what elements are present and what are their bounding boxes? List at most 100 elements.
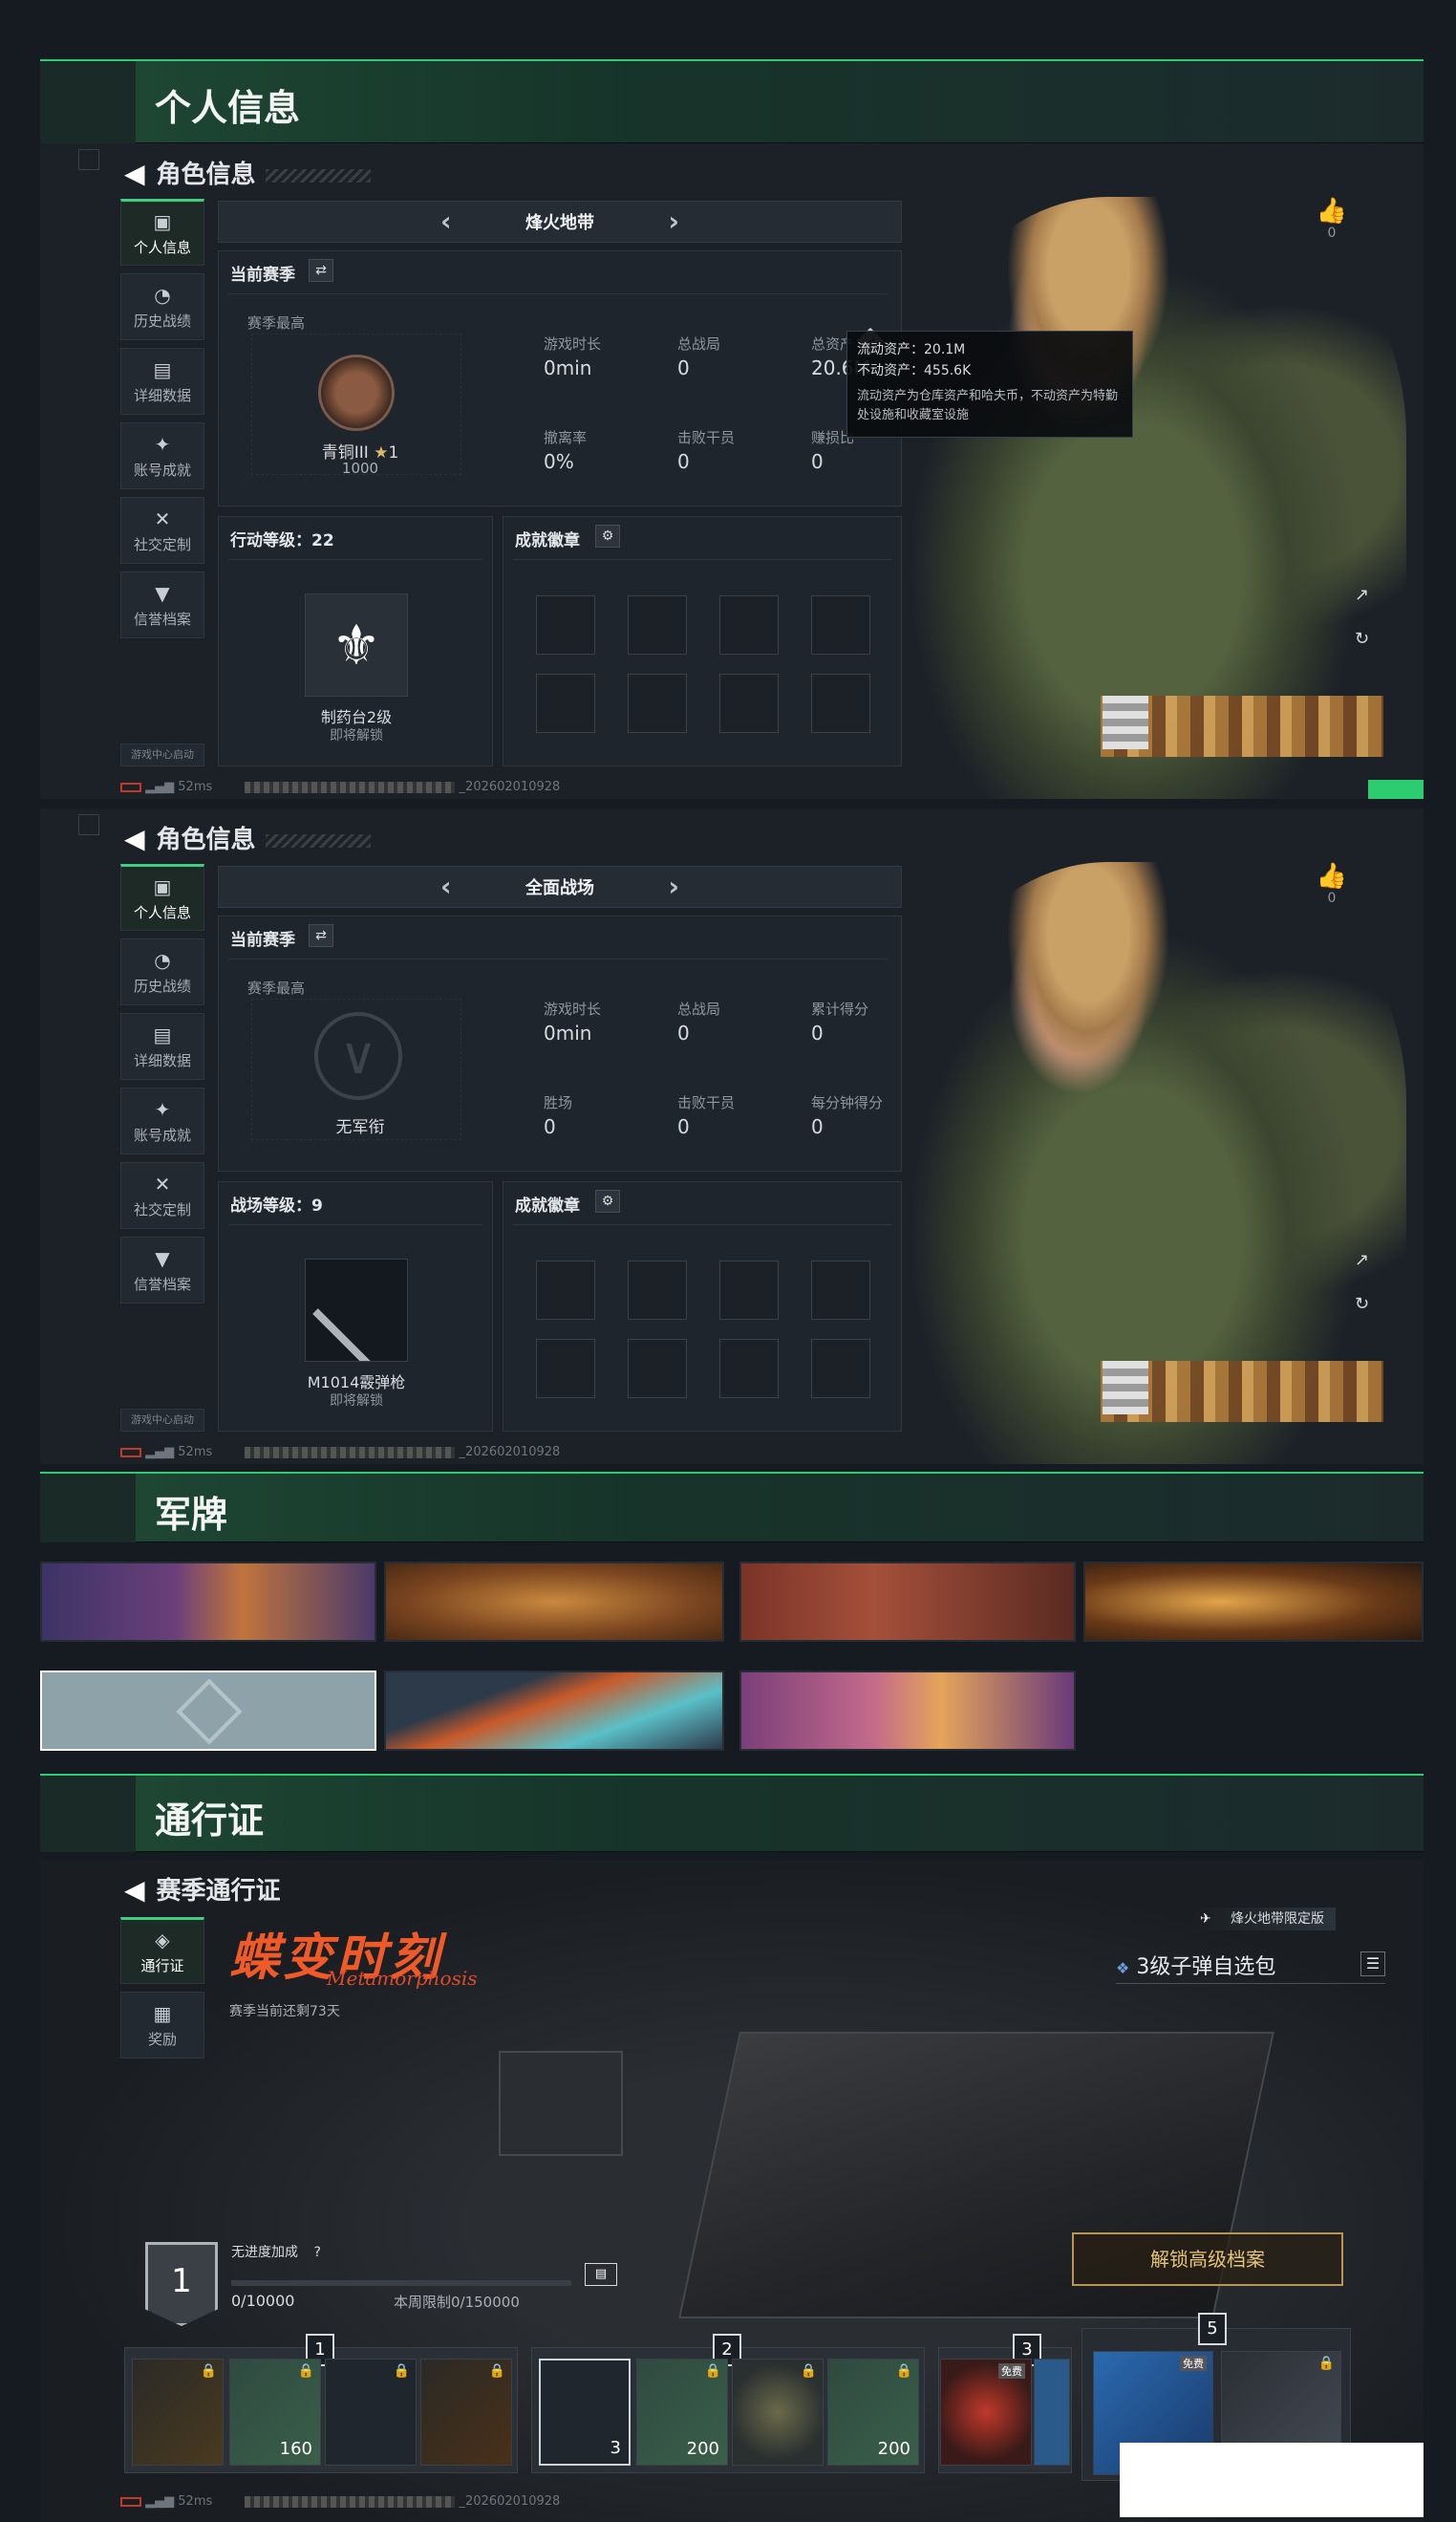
reward-item-weapon[interactable]: 🔒 xyxy=(420,2359,512,2466)
badge-slot[interactable] xyxy=(719,1261,779,1320)
side-item-history[interactable]: ◔ 历史战绩 xyxy=(120,938,204,1005)
swap-icon[interactable]: ⇄ xyxy=(309,259,333,282)
like-widget[interactable]: 👍 0 xyxy=(1303,197,1360,241)
chevron-left-icon[interactable]: ‹ xyxy=(440,871,452,902)
military-card[interactable] xyxy=(739,1671,1076,1751)
back-arrow-icon[interactable]: ◀ xyxy=(124,158,145,189)
badges-box: 成就徽章 ⚙ xyxy=(503,1181,902,1432)
side-item-label: 详细数据 xyxy=(133,1051,191,1069)
chevron-right-icon[interactable]: › xyxy=(668,871,679,902)
swap-icon[interactable]: ⇄ xyxy=(309,924,333,947)
battery-icon xyxy=(120,1447,141,1457)
military-card[interactable] xyxy=(40,1562,376,1642)
unlock-note: 即将解锁 xyxy=(330,1393,383,1409)
side-item-achievements[interactable]: ✦ 账号成就 xyxy=(120,1088,204,1154)
military-card[interactable] xyxy=(1083,1562,1424,1642)
level-label: 战场等级：9 xyxy=(230,1196,323,1216)
side-item-personal[interactable]: ▣ 个人信息 xyxy=(120,864,204,931)
reward-item-rifle[interactable]: 🔒 xyxy=(132,2359,224,2466)
reward-item-partial[interactable] xyxy=(1034,2359,1070,2466)
badge-slot[interactable] xyxy=(628,674,687,733)
badge-slot[interactable] xyxy=(628,595,687,655)
side-item-label: 历史战绩 xyxy=(133,977,191,995)
like-widget[interactable]: 👍 0 xyxy=(1303,862,1360,906)
divider xyxy=(228,1224,482,1225)
military-card-selected[interactable] xyxy=(40,1671,376,1751)
rotate-icon[interactable]: ↻ xyxy=(1355,629,1369,649)
item-icon: ❖ xyxy=(1116,1959,1130,1977)
tab-pass[interactable]: ◈ 通行证 xyxy=(120,1917,204,1984)
badge-slot[interactable] xyxy=(719,674,779,733)
side-item-social[interactable]: ✕ 社交定制 xyxy=(120,497,204,564)
lock-icon: 🔒 xyxy=(704,2363,721,2379)
reward-item-vest[interactable]: 3 xyxy=(539,2359,631,2466)
rotate-icon[interactable]: ↻ xyxy=(1355,1294,1369,1314)
gear-icon[interactable]: ⚙ xyxy=(595,525,620,548)
side-item-social[interactable]: ✕ 社交定制 xyxy=(120,1162,204,1229)
badge-slot[interactable] xyxy=(628,1339,687,1398)
side-item-details[interactable]: ▤ 详细数据 xyxy=(120,1013,204,1080)
signal-icon: ▂▄▆ xyxy=(145,1445,175,1459)
role-info-panel-1: ◀ 角色信息 ▣ 个人信息 ◔ 历史战绩 ▤ 详细数据 ✦ 账号成就 ✕ 社交定制 ▼ 信誉档… xyxy=(40,143,1424,799)
military-card[interactable] xyxy=(384,1562,724,1642)
badge-slot[interactable] xyxy=(811,595,870,655)
badge-slot[interactable] xyxy=(536,1261,595,1320)
badge-slot[interactable] xyxy=(811,1339,870,1398)
pixelated-avatar xyxy=(1103,696,1148,749)
reward-item-fortune[interactable]: 免费 xyxy=(940,2359,1032,2466)
reward-item-gear[interactable]: 🔒 xyxy=(325,2359,417,2466)
thumb-up-icon[interactable]: 👍 xyxy=(1303,862,1360,891)
badge-slot[interactable] xyxy=(536,595,595,655)
unlock-name: M1014霰弹枪 xyxy=(307,1373,406,1391)
badge-slot[interactable] xyxy=(719,595,779,655)
reward-count: 200 xyxy=(877,2439,910,2459)
side-item-label: 个人信息 xyxy=(133,903,191,921)
chevron-left-icon[interactable]: ‹ xyxy=(440,205,452,237)
reward-item-emblem[interactable]: 🔒 xyxy=(732,2359,824,2466)
section-header-military-cards: 军牌 xyxy=(40,1472,1424,1542)
edition-label: 烽火地带限定版 xyxy=(1231,1911,1324,1927)
back-arrow-icon[interactable]: ◀ xyxy=(124,823,145,854)
help-icon[interactable]: ? xyxy=(313,2245,320,2260)
pixelated-uid xyxy=(245,2495,456,2508)
stat-label: 总战局 xyxy=(677,1001,721,1018)
badge-slot[interactable] xyxy=(719,1339,779,1398)
tab-reward[interactable]: ▦ 奖励 xyxy=(120,1992,204,2059)
list-icon[interactable]: ☰ xyxy=(1360,1951,1385,1976)
badge-slot[interactable] xyxy=(536,674,595,733)
side-item-credit[interactable]: ▼ 信誉档案 xyxy=(120,1237,204,1304)
build-id: _202602010928 xyxy=(459,2494,561,2509)
side-item-personal[interactable]: ▣ 个人信息 xyxy=(120,199,204,266)
share-icon[interactable]: ↗ xyxy=(1355,585,1369,605)
reward-item-cash[interactable]: 🔒 200 xyxy=(827,2359,919,2466)
military-card[interactable] xyxy=(384,1671,724,1751)
game-center-badge[interactable]: 游戏中心启动 xyxy=(120,744,204,766)
badge-slot[interactable] xyxy=(811,1261,870,1320)
chevron-right-icon[interactable]: › xyxy=(668,205,679,237)
stat-value: 0 xyxy=(677,356,690,379)
side-item-achievements[interactable]: ✦ 账号成就 xyxy=(120,422,204,489)
side-item-details[interactable]: ▤ 详细数据 xyxy=(120,348,204,415)
reward-item-cash[interactable]: 🔒 160 xyxy=(229,2359,321,2466)
badge-slot[interactable] xyxy=(811,674,870,733)
no-rank-emblem-icon: ∨ xyxy=(314,1012,402,1100)
share-icon[interactable]: ↗ xyxy=(1355,1250,1369,1270)
medal-icon: ✦ xyxy=(154,1097,171,1121)
side-item-label: 社交定制 xyxy=(133,535,191,553)
reward-item-cash[interactable]: 🔒 200 xyxy=(636,2359,728,2466)
game-center-badge[interactable]: 游戏中心启动 xyxy=(120,1409,204,1432)
thumb-up-icon[interactable]: 👍 xyxy=(1303,197,1360,226)
gear-icon[interactable]: ⚙ xyxy=(595,1190,620,1213)
data-icon: ▤ xyxy=(153,357,172,381)
side-item-history[interactable]: ◔ 历史战绩 xyxy=(120,273,204,340)
military-card[interactable] xyxy=(739,1562,1076,1642)
like-count: 0 xyxy=(1327,226,1337,241)
ticket-icon[interactable]: ▤ xyxy=(585,2263,617,2286)
item-name: 3级子弹自选包 xyxy=(1136,1955,1276,1979)
side-item-credit[interactable]: ▼ 信誉档案 xyxy=(120,571,204,638)
back-arrow-icon[interactable]: ◀ xyxy=(124,1874,145,1906)
unlock-premium-button[interactable]: 解锁高级档案 xyxy=(1072,2232,1343,2286)
stat-value: 0 xyxy=(677,450,690,473)
badge-slot[interactable] xyxy=(628,1261,687,1320)
badge-slot[interactable] xyxy=(536,1339,595,1398)
